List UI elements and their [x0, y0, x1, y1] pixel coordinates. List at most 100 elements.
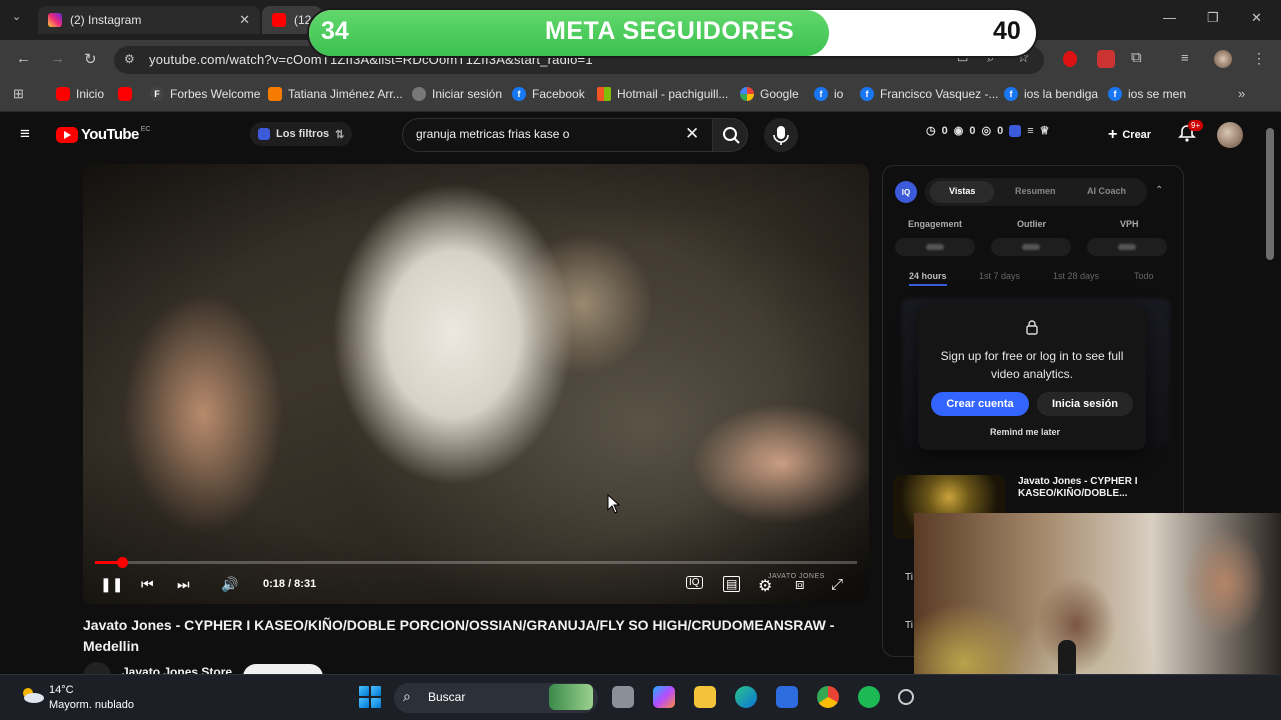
- bookmark-item[interactable]: Tatiana Jiménez Arr...: [268, 87, 403, 101]
- tab-vistas[interactable]: Vistas: [949, 186, 975, 196]
- stat-icon: ◉: [953, 125, 964, 137]
- metric-value-blurred: [895, 238, 975, 256]
- collapse-icon[interactable]: ⌃: [1155, 185, 1163, 196]
- extension-stats[interactable]: ◷ 0 ◉ 0 ◎ 0 ≡ ♕: [926, 124, 1050, 137]
- recommended-title-partial[interactable]: Ti: [905, 620, 913, 631]
- browser-menu-icon[interactable]: ⋮: [1252, 50, 1266, 67]
- video-shade: [83, 164, 869, 604]
- bookmark-item[interactable]: Hotmail - pachiguill...: [597, 87, 728, 101]
- back-icon[interactable]: ←: [16, 50, 31, 67]
- google-icon: [740, 87, 754, 101]
- tab-search-icon[interactable]: ⌄: [12, 10, 21, 23]
- youtube-icon: [272, 13, 286, 27]
- extension-badge-icon[interactable]: [1097, 50, 1115, 68]
- login-button[interactable]: Inicia sesión: [1037, 392, 1133, 416]
- search-button[interactable]: [712, 118, 748, 152]
- next-icon[interactable]: ⏭: [177, 576, 190, 593]
- microsoft-icon: [597, 87, 611, 101]
- recommended-title-partial[interactable]: Ti: [905, 572, 913, 583]
- bookmark-item[interactable]: Inicio: [56, 87, 104, 101]
- site-settings-icon[interactable]: ⚙: [124, 52, 135, 66]
- bookmark-item[interactable]: Iniciar sesión: [412, 87, 502, 101]
- sliders-icon: ⇅: [335, 128, 345, 141]
- remind-later-link[interactable]: Remind me later: [990, 427, 1060, 437]
- extension-red-icon[interactable]: [1063, 51, 1077, 67]
- clear-search-icon[interactable]: ✕: [685, 124, 699, 144]
- mouse-cursor-icon: [607, 493, 621, 519]
- weather-description[interactable]: Mayorm. nublado: [49, 699, 134, 711]
- subtitles-icon[interactable]: ▤: [723, 576, 741, 592]
- pause-icon[interactable]: ❚❚: [100, 576, 123, 593]
- page-scrollbar[interactable]: [1266, 128, 1274, 260]
- progress-bar[interactable]: [95, 561, 857, 564]
- tab-close-icon[interactable]: ✕: [239, 12, 250, 28]
- copilot-icon[interactable]: [653, 686, 675, 708]
- extensions-puzzle-icon[interactable]: ⧉: [1131, 49, 1142, 66]
- bookmark-item[interactable]: [118, 87, 138, 101]
- follower-current-count: 34: [321, 17, 349, 45]
- chrome-icon[interactable]: [817, 686, 839, 708]
- youtube-play-icon: [56, 126, 78, 143]
- reading-list-icon[interactable]: ≡: [1181, 50, 1189, 65]
- tab-resumen[interactable]: Resumen: [1015, 186, 1056, 196]
- edge-icon[interactable]: [735, 686, 757, 708]
- bookmark-item[interactable]: Google: [740, 87, 799, 101]
- reload-icon[interactable]: ↻: [84, 50, 97, 68]
- bookmark-item[interactable]: f io: [814, 87, 843, 101]
- range-24h[interactable]: 24 hours: [909, 271, 947, 281]
- hamburger-menu-icon[interactable]: ≡: [20, 124, 30, 144]
- store-icon[interactable]: [776, 686, 798, 708]
- fullscreen-icon[interactable]: ⤢: [831, 576, 843, 593]
- file-explorer-icon[interactable]: [694, 686, 716, 708]
- bookmark-item[interactable]: f Facebook: [512, 87, 585, 101]
- cloudy-weather-icon[interactable]: [19, 686, 44, 703]
- forward-icon[interactable]: →: [50, 50, 65, 67]
- range-28d[interactable]: 1st 28 days: [1053, 271, 1099, 281]
- bookmark-item[interactable]: f ios la bendiga: [1004, 87, 1098, 101]
- range-all[interactable]: Todo: [1134, 271, 1154, 281]
- notifications-button[interactable]: 9+: [1178, 120, 1204, 147]
- more-bookmarks-icon[interactable]: »: [1238, 86, 1245, 101]
- minimize-icon[interactable]: —: [1163, 10, 1176, 25]
- bookmark-item[interactable]: F Forbes Welcome: [150, 87, 260, 101]
- blogger-icon: [268, 87, 282, 101]
- tab-instagram[interactable]: (2) Instagram ✕: [38, 6, 260, 34]
- follower-goal-count: 40: [993, 17, 1021, 45]
- bookmark-item[interactable]: f Francisco Vasquez -...: [860, 87, 999, 101]
- bookmark-item[interactable]: f ios se men: [1108, 87, 1186, 101]
- filters-button[interactable]: Los filtros ⇅: [250, 122, 353, 146]
- weather-temperature[interactable]: 14°C: [49, 684, 74, 696]
- voice-search-button[interactable]: [764, 118, 798, 152]
- create-account-button[interactable]: Crear cuenta: [931, 392, 1029, 416]
- windows-start-icon[interactable]: [359, 686, 381, 708]
- range-7d[interactable]: 1st 7 days: [979, 271, 1020, 281]
- youtube-icon: [118, 87, 132, 101]
- apps-grid-icon[interactable]: ⊞: [13, 86, 24, 102]
- settings-icon[interactable]: [898, 689, 914, 705]
- volume-icon[interactable]: 🔊: [221, 576, 238, 593]
- account-avatar[interactable]: [1217, 122, 1243, 148]
- facebook-icon: f: [1108, 87, 1122, 101]
- profile-avatar[interactable]: [1214, 50, 1232, 68]
- youtube-logo[interactable]: YouTube EC: [56, 126, 150, 143]
- plus-icon: +: [1108, 126, 1118, 143]
- maximize-icon[interactable]: ❐: [1207, 10, 1219, 26]
- metric-value-blurred: [991, 238, 1071, 256]
- settings-gear-icon[interactable]: ⚙: [758, 576, 772, 596]
- instagram-icon: [48, 13, 62, 27]
- progress-scrubber[interactable]: [116, 557, 128, 568]
- tab-ai-coach[interactable]: AI Coach: [1087, 186, 1126, 196]
- task-view-icon[interactable]: [612, 686, 634, 708]
- spotify-icon[interactable]: [858, 686, 880, 708]
- facebook-icon: f: [512, 87, 526, 101]
- metric-engagement: Engagement: [908, 219, 963, 229]
- close-window-icon[interactable]: ✕: [1251, 10, 1262, 26]
- recommended-title[interactable]: Javato Jones - CYPHER I KASEO/KIÑO/DOBLE…: [1018, 476, 1168, 500]
- create-button[interactable]: + Crear: [1100, 122, 1159, 148]
- previous-icon[interactable]: ⏮: [141, 576, 154, 593]
- iq-player-icon[interactable]: IQ: [686, 576, 703, 589]
- miniplayer-icon[interactable]: ⧈: [795, 576, 805, 593]
- mic-icon: [773, 126, 789, 145]
- taskbar-search-placeholder: Buscar: [428, 690, 466, 704]
- search-highlight-image[interactable]: [549, 684, 593, 710]
